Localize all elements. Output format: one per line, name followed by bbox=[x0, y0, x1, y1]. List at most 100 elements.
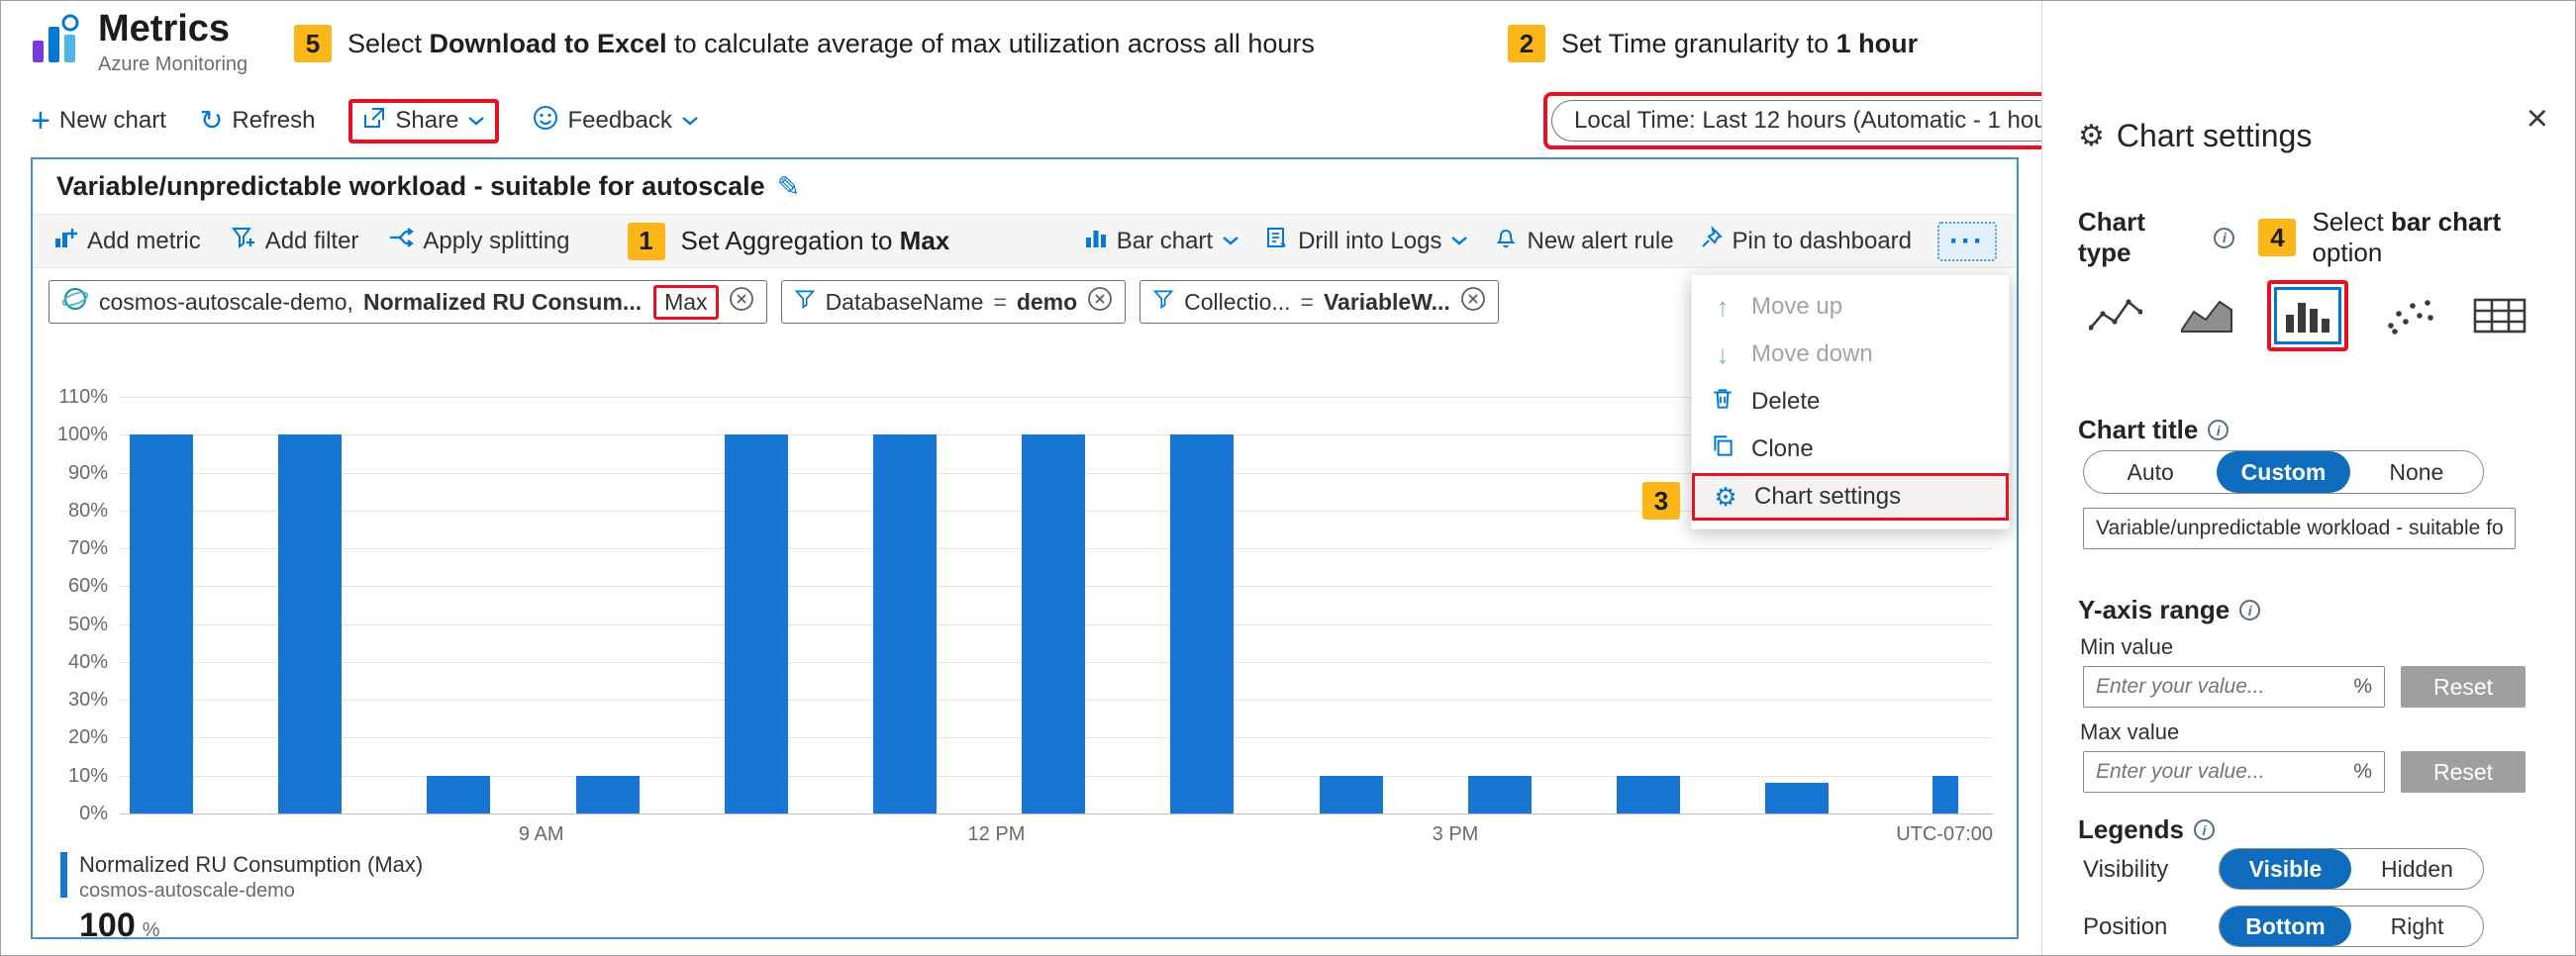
drill-into-logs-button[interactable]: Drill into Logs bbox=[1265, 226, 1468, 256]
chart-bar[interactable] bbox=[130, 434, 193, 813]
title-mode-toggle: Auto Custom None bbox=[2083, 450, 2484, 494]
x-axis-tick-label: 9 AM bbox=[519, 823, 564, 846]
menu-item-chart-settings[interactable]: ⚙ Chart settings bbox=[1692, 473, 2009, 521]
metrics-logo-icon bbox=[27, 11, 84, 73]
y-axis-tick-label: 50% bbox=[35, 614, 108, 636]
chart-bar[interactable] bbox=[576, 776, 640, 813]
y-axis-tick-label: 100% bbox=[35, 424, 108, 446]
remove-filter-icon[interactable] bbox=[1087, 286, 1113, 318]
chart-bar[interactable] bbox=[725, 434, 788, 813]
menu-item-clone[interactable]: Clone bbox=[1692, 426, 2009, 473]
chart-type-selector bbox=[2086, 270, 2529, 361]
new-alert-rule-button[interactable]: New alert rule bbox=[1494, 226, 1673, 256]
scatter-chart-icon[interactable] bbox=[2380, 289, 2439, 342]
annotation-time-box: Local Time: Last 12 hours (Automatic - 1… bbox=[1543, 92, 2094, 149]
visibility-hidden[interactable]: Hidden bbox=[2351, 849, 2483, 889]
chart-bar[interactable] bbox=[1022, 434, 1085, 813]
annotation-step-4: 4 Select bar chart option bbox=[2258, 207, 2576, 268]
chart-legend[interactable]: Normalized RU Consumption (Max) cosmos-a… bbox=[60, 852, 423, 945]
menu-item-delete[interactable]: Delete bbox=[1692, 378, 2009, 426]
gridline bbox=[120, 813, 1993, 814]
filter-pill-database[interactable]: DatabaseName = demo bbox=[781, 280, 1127, 324]
chart-bar[interactable] bbox=[427, 776, 490, 813]
chart-bar[interactable] bbox=[873, 434, 937, 813]
title-mode-none[interactable]: None bbox=[2350, 451, 2483, 493]
position-right[interactable]: Right bbox=[2351, 907, 2483, 946]
add-metric-button[interactable]: Add metric bbox=[52, 225, 201, 257]
chart-bar[interactable] bbox=[1932, 776, 1958, 813]
bar-chart-selected[interactable] bbox=[2274, 287, 2341, 344]
chart-type-label: Chart type i bbox=[2078, 207, 2234, 268]
legend-resource-name: cosmos-autoscale-demo bbox=[79, 880, 423, 903]
y-axis-tick-label: 90% bbox=[35, 462, 108, 485]
annotation-step-2: 2 Set Time granularity to 1 hour bbox=[1508, 25, 1918, 62]
copy-icon bbox=[1708, 433, 1737, 466]
legend-unit: % bbox=[143, 919, 160, 942]
annotation-step-1: 1 Set Aggregation to Max bbox=[628, 223, 950, 260]
chevron-down-icon bbox=[681, 116, 699, 127]
filter-pill-collection[interactable]: Collectio... = VariableW... bbox=[1139, 280, 1499, 324]
chart-type-dropdown[interactable]: Bar chart bbox=[1084, 226, 1239, 256]
arrow-down-icon: ↓ bbox=[1708, 339, 1737, 370]
chevron-down-icon bbox=[1450, 236, 1468, 246]
pin-icon bbox=[1700, 226, 1724, 256]
y-axis-tick-label: 20% bbox=[35, 726, 108, 749]
add-filter-button[interactable]: Add filter bbox=[231, 225, 359, 257]
visibility-toggle: Visible Hidden bbox=[2219, 848, 2484, 890]
visibility-visible[interactable]: Visible bbox=[2220, 849, 2351, 889]
legend-metric-name: Normalized RU Consumption (Max) bbox=[79, 852, 423, 878]
refresh-button[interactable]: ↻ Refresh bbox=[200, 107, 316, 135]
metric-resource: cosmos-autoscale-demo, bbox=[99, 289, 353, 316]
chart-title-input[interactable] bbox=[2083, 508, 2516, 549]
y-axis-tick-label: 40% bbox=[35, 651, 108, 674]
min-value-input[interactable] bbox=[2083, 666, 2385, 708]
grid-chart-icon[interactable] bbox=[2470, 289, 2529, 342]
gear-icon: ⚙ bbox=[1711, 482, 1740, 513]
new-chart-button[interactable]: + New chart bbox=[31, 104, 166, 138]
chart-container: Variable/unpredictable workload - suitab… bbox=[31, 157, 2019, 939]
min-reset-button[interactable]: Reset bbox=[2401, 666, 2526, 708]
chart-bar[interactable] bbox=[1320, 776, 1383, 813]
chart-bar[interactable] bbox=[1765, 783, 1829, 813]
chart-title: Variable/unpredictable workload - suitab… bbox=[56, 171, 765, 202]
max-value-input[interactable] bbox=[2083, 751, 2385, 793]
menu-item-move-down[interactable]: ↓ Move down bbox=[1692, 331, 2009, 378]
annotation-aggregation-box[interactable]: Max bbox=[653, 285, 718, 320]
step-badge-1: 1 bbox=[628, 223, 665, 260]
panel-close-icon[interactable]: × bbox=[2526, 100, 2548, 138]
legend-color-marker bbox=[60, 852, 67, 898]
step-5-text: Select Download to Excel to calculate av… bbox=[347, 29, 1315, 59]
annotation-step-5: 5 Select Download to Excel to calculate … bbox=[294, 25, 1315, 62]
more-options-button[interactable]: ··· bbox=[1937, 222, 1997, 261]
position-label: Position bbox=[2083, 913, 2167, 941]
time-range-picker[interactable]: Local Time: Last 12 hours (Automatic - 1… bbox=[1551, 100, 2086, 142]
max-reset-button[interactable]: Reset bbox=[2401, 751, 2526, 793]
title-mode-auto[interactable]: Auto bbox=[2084, 451, 2217, 493]
step-1-text: Set Aggregation to Max bbox=[681, 226, 950, 256]
chart-bar[interactable] bbox=[1468, 776, 1532, 813]
edit-title-icon[interactable]: ✎ bbox=[777, 170, 800, 203]
y-axis-tick-label: 0% bbox=[35, 803, 108, 825]
remove-metric-icon[interactable] bbox=[729, 286, 754, 318]
remove-filter-icon[interactable] bbox=[1460, 286, 1486, 318]
y-axis-tick-label: 80% bbox=[35, 500, 108, 523]
position-toggle: Bottom Right bbox=[2219, 906, 2484, 947]
plus-icon: + bbox=[31, 104, 50, 138]
x-axis-timezone-label: UTC-07:00 bbox=[1896, 823, 1993, 846]
pin-to-dashboard-button[interactable]: Pin to dashboard bbox=[1700, 226, 1912, 256]
menu-item-move-up[interactable]: ↑ Move up bbox=[1692, 283, 2009, 331]
feedback-button[interactable]: Feedback bbox=[533, 105, 698, 138]
chart-bar[interactable] bbox=[278, 434, 342, 813]
metric-pill[interactable]: cosmos-autoscale-demo, Normalized RU Con… bbox=[49, 280, 767, 324]
area-chart-icon[interactable] bbox=[2177, 289, 2236, 342]
share-button[interactable]: Share bbox=[362, 106, 485, 137]
position-bottom[interactable]: Bottom bbox=[2220, 907, 2351, 946]
chart-title-label: Chart title i bbox=[2078, 415, 2229, 445]
line-chart-icon[interactable] bbox=[2086, 289, 2145, 342]
chart-bar[interactable] bbox=[1617, 776, 1680, 813]
add-metric-icon bbox=[52, 225, 78, 257]
title-mode-custom[interactable]: Custom bbox=[2217, 451, 2349, 493]
chart-bar[interactable] bbox=[1170, 434, 1234, 813]
apply-splitting-button[interactable]: Apply splitting bbox=[388, 225, 569, 257]
y-axis-tick-label: 110% bbox=[35, 386, 108, 409]
